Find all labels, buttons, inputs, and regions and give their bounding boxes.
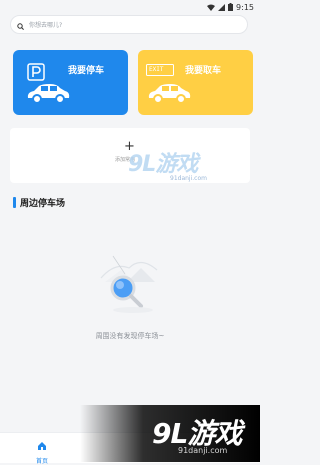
nav-home[interactable]: 首页 xyxy=(30,436,54,465)
status-time: 9:15 xyxy=(236,2,254,12)
exit-sign-text: EXIT xyxy=(149,66,164,73)
pick-up-car-label: 我要取车 xyxy=(185,66,222,76)
home-icon xyxy=(38,442,46,450)
battery-icon xyxy=(228,3,234,11)
car-icon xyxy=(148,84,191,104)
search-icon xyxy=(17,15,24,34)
status-bar: 9:15 xyxy=(0,0,260,14)
search-placeholder: 你想去哪儿? xyxy=(29,22,63,29)
empty-search-icon xyxy=(100,255,158,313)
park-car-label: 我要停车 xyxy=(68,66,105,76)
empty-state-text: 周围没有发现停车场~ xyxy=(95,332,165,340)
watermark-url: 91danji.com xyxy=(170,175,207,182)
car-icon xyxy=(27,84,70,104)
watermark-url-bottom: 91danji.com xyxy=(178,446,228,455)
watermark-logo: 9L游戏 xyxy=(128,152,198,177)
section-title: 周边停车场 xyxy=(20,199,66,209)
section-accent xyxy=(13,197,16,208)
search-input[interactable]: 你想去哪儿? xyxy=(10,15,248,34)
park-car-button[interactable]: 我要停车 xyxy=(13,50,128,115)
wifi-icon xyxy=(207,4,216,11)
signal-icon xyxy=(218,3,226,11)
parking-sign-icon xyxy=(27,63,45,81)
nav-home-label: 首页 xyxy=(35,458,48,465)
pick-up-car-button[interactable]: EXIT 我要取车 xyxy=(138,50,253,115)
